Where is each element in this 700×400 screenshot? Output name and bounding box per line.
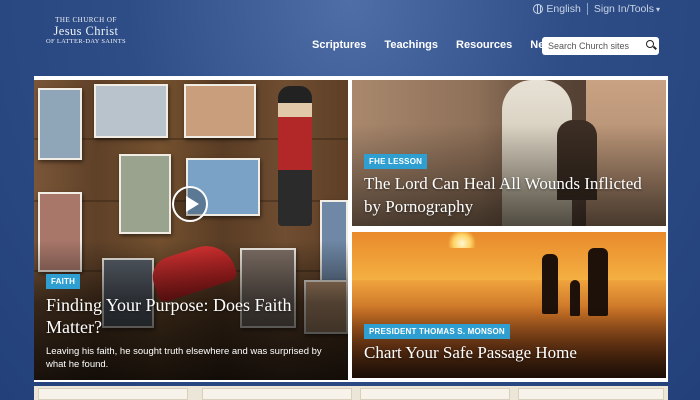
- toy-soldier: [278, 86, 312, 226]
- play-icon[interactable]: [172, 186, 208, 222]
- feature-bottom-right[interactable]: PRESIDENT THOMAS S. MONSON Chart Your Sa…: [352, 232, 666, 378]
- nav-scriptures[interactable]: Scriptures: [312, 39, 366, 51]
- globe-icon: [533, 4, 544, 14]
- feature-headline[interactable]: Chart Your Safe Passage Home: [364, 342, 654, 364]
- main-nav: Scriptures Teachings Resources News: [312, 39, 577, 51]
- lower-content-strip: [34, 386, 668, 400]
- photo-3: [184, 84, 256, 138]
- feature-headline[interactable]: The Lord Can Heal All Wounds Inflicted b…: [364, 172, 654, 218]
- nav-resources[interactable]: Resources: [456, 39, 512, 51]
- language-selector[interactable]: English: [533, 3, 581, 15]
- logo-line-1: The Church of: [55, 16, 117, 24]
- feature-blurb: Leaving his faith, he sought truth elsew…: [46, 346, 322, 370]
- church-logo[interactable]: The Church of Jesus Christ of Latter-day…: [40, 16, 132, 45]
- chevron-down-icon: ▾: [655, 4, 660, 14]
- feature-top-right[interactable]: FHE LESSON The Lord Can Heal All Wounds …: [352, 80, 666, 226]
- feature-panel: FAITH Finding Your Purpose: Does Faith M…: [34, 76, 668, 382]
- search-icon[interactable]: [646, 40, 654, 48]
- utility-bar: English Sign In/Tools ▾: [533, 3, 660, 15]
- signin-label: Sign In/Tools: [593, 3, 654, 15]
- signin-tools-link[interactable]: Sign In/Tools ▾: [594, 3, 660, 15]
- feature-main[interactable]: FAITH Finding Your Purpose: Does Faith M…: [34, 80, 348, 380]
- search-input[interactable]: [548, 41, 640, 51]
- nav-teachings[interactable]: Teachings: [384, 39, 438, 51]
- divider: [586, 3, 588, 15]
- language-label: English: [546, 3, 581, 15]
- photo-4: [119, 154, 171, 234]
- category-tag[interactable]: FAITH: [46, 274, 81, 289]
- photo-1: [38, 88, 82, 160]
- feature-headline[interactable]: Finding Your Purpose: Does Faith Matter?: [46, 294, 316, 338]
- logo-line-3: of Latter-day Saints: [46, 38, 126, 45]
- logo-line-2: Jesus Christ: [53, 24, 119, 38]
- category-tag[interactable]: PRESIDENT THOMAS S. MONSON: [364, 324, 510, 339]
- search-box: [542, 37, 659, 55]
- photo-2: [94, 84, 168, 138]
- category-tag[interactable]: FHE LESSON: [364, 154, 428, 169]
